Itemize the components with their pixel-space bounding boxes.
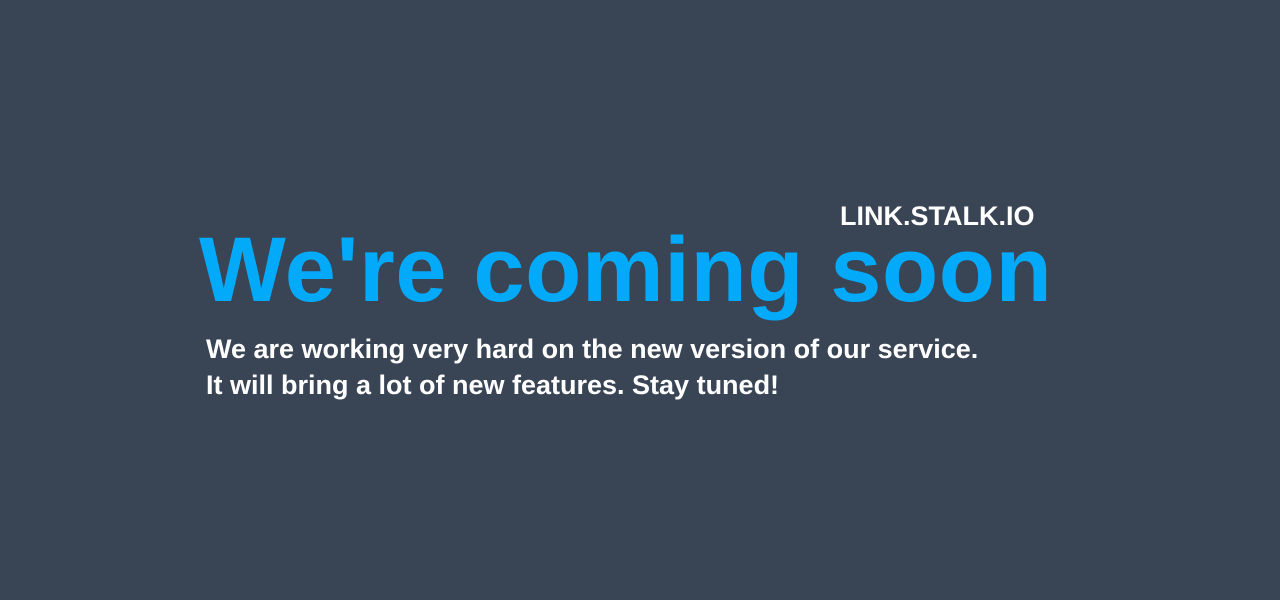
page-title: We're coming soon bbox=[199, 219, 1053, 321]
message-line-1: We are working very hard on the new vers… bbox=[206, 334, 979, 364]
coming-soon-message: We are working very hard on the new vers… bbox=[206, 331, 978, 403]
message-line-2: It will bring a lot of new features. Sta… bbox=[206, 370, 780, 400]
